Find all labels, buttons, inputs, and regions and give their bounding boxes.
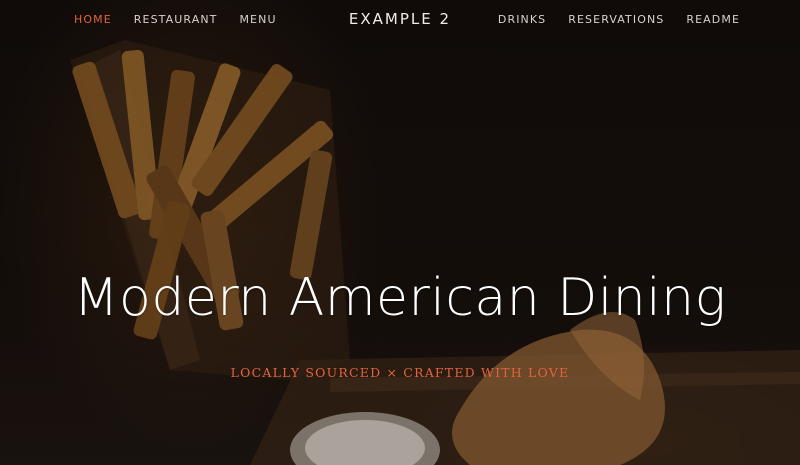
top-navigation: HOME RESTAURANT MENU EXAMPLE 2 DRINKS RE…: [0, 0, 800, 40]
nav-item-home[interactable]: HOME: [74, 13, 112, 26]
hero-tagline: LOCALLY SOURCED × CRAFTED WITH LOVE: [230, 365, 570, 380]
nav-item-menu[interactable]: MENU: [239, 13, 276, 26]
nav-right-group: DRINKS RESERVATIONS README: [498, 13, 740, 26]
brand-logo-text[interactable]: EXAMPLE 2: [349, 10, 451, 28]
hero-section: HOME RESTAURANT MENU EXAMPLE 2 DRINKS RE…: [0, 0, 800, 465]
nav-item-restaurant[interactable]: RESTAURANT: [134, 13, 218, 26]
nav-item-drinks[interactable]: DRINKS: [498, 13, 546, 26]
nav-item-reservations[interactable]: RESERVATIONS: [568, 13, 664, 26]
hero-headline: Modern American Dining: [73, 268, 727, 328]
nav-left-group: HOME RESTAURANT MENU: [74, 13, 277, 26]
dark-overlay: [0, 0, 800, 465]
nav-item-readme[interactable]: README: [686, 13, 740, 26]
